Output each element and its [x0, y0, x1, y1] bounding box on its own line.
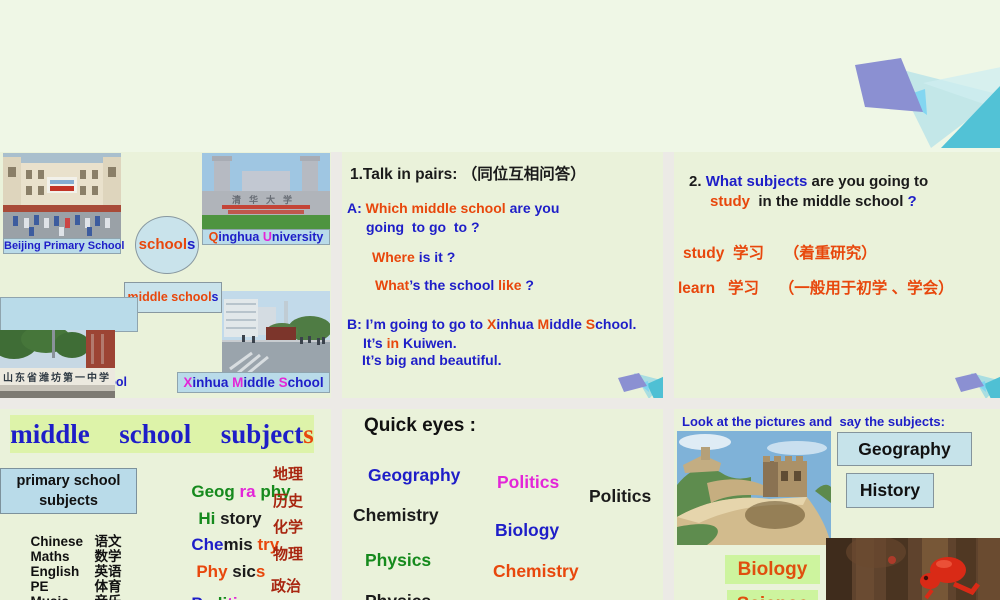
- subject-row-politics: Po litics 政治: [191, 578, 302, 600]
- beijing-primary-school-photo: [3, 153, 121, 239]
- question-line2: study in the middle school ?: [710, 193, 917, 210]
- talk-in-pairs-title: 1.Talk in pairs: （同位互相问答）: [350, 166, 586, 183]
- slide: Beijing Primary School 清华大学 Qinghua Univ…: [0, 0, 1000, 600]
- dialog-line-where: Where is it ?: [372, 249, 456, 265]
- qinghua-university-photo: 清华大学: [202, 153, 330, 230]
- history-button[interactable]: History: [846, 473, 934, 508]
- biology-answer-label: Biology: [725, 555, 820, 584]
- subjects-question-panel: 2. What subjects are you going to study …: [674, 152, 1000, 398]
- quick-eyes-panel: Quick eyes : Geography Politics Politics…: [342, 409, 663, 600]
- question-line1: 2. What subjects are you going to: [689, 173, 929, 190]
- quick-eyes-word: Chemistry: [353, 505, 439, 525]
- qinghua-university-label: Qinghua University: [202, 229, 330, 245]
- svg-text:山东省潍坊第一中学: 山东省潍坊第一中学: [3, 371, 111, 384]
- corner-triangles-decoration: [855, 58, 1000, 148]
- quick-eyes-word: Geography: [368, 465, 461, 485]
- dialog-line-b1: B: I’m going to go to Xinhua Middle Scho…: [347, 316, 637, 332]
- primary-school-subjects-box: primary school subjects: [0, 468, 137, 514]
- study-note: study 学习 （着重研究）: [683, 245, 877, 262]
- dialog-line-what: What’s the school like ?: [375, 277, 534, 293]
- middle-school-subjects-panel: middle school subjects primary school su…: [0, 409, 331, 600]
- corner-triangles-decoration: [955, 373, 1000, 398]
- schools-bubble: schools: [135, 216, 199, 274]
- weifang-school-gate-photo: 山东省潍坊第一中学: [0, 330, 115, 398]
- quick-eyes-word: Chemistry: [493, 561, 579, 581]
- dialog-line-b2: It’s in Kuiwen.: [363, 335, 457, 351]
- weifang-school-label: Weifang No.1 High Middle School: [0, 297, 138, 389]
- beijing-primary-school-label: Beijing Primary School: [3, 238, 125, 254]
- dialog-line-b3: It’s big and beautiful.: [362, 352, 502, 368]
- great-wall-photo: [677, 431, 831, 545]
- quick-eyes-title: Quick eyes :: [364, 415, 476, 436]
- xinhua-middle-school-photo: [222, 291, 330, 375]
- slide-top-band: [0, 0, 1000, 152]
- dialog-line-a2: going to go to ?: [366, 219, 480, 235]
- primary-box-line1: primary school: [16, 473, 121, 489]
- geography-button[interactable]: Geography: [837, 432, 972, 466]
- quick-eyes-word: Politics: [589, 486, 652, 506]
- quick-eyes-word: Physics: [365, 591, 431, 600]
- primary-box-line2: subjects: [39, 493, 98, 509]
- quick-eyes-word: Politics: [497, 472, 560, 492]
- look-at-pictures-panel: Look at the pictures and say the subject…: [674, 409, 1000, 600]
- quick-eyes-word: Biology: [495, 520, 560, 540]
- schools-panel: Beijing Primary School 清华大学 Qinghua Univ…: [0, 152, 331, 398]
- corner-triangles-decoration: [618, 373, 663, 398]
- dialog-line-a1: A: Which middle school are you: [347, 200, 560, 216]
- svg-text:清华大学: 清华大学: [232, 194, 300, 205]
- learn-note: learn 学习 （一般用于初学 、学会）: [678, 280, 954, 297]
- talk-in-pairs-panel: 1.Talk in pairs: （同位互相问答） A: Which middl…: [342, 152, 663, 398]
- quick-eyes-word: Physics: [365, 550, 432, 570]
- xinhua-middle-school-label: Xinhua Middle School: [177, 372, 330, 393]
- science-answer-label: Science: [727, 590, 818, 600]
- look-at-pictures-heading: Look at the pictures and say the subject…: [682, 414, 945, 429]
- red-frog-photo: [826, 538, 1000, 600]
- middle-schools-tag: middle schools: [124, 282, 222, 313]
- primary-subject-row: Music音乐: [8, 575, 122, 600]
- middle-school-subjects-banner: middle school subjects: [10, 415, 314, 453]
